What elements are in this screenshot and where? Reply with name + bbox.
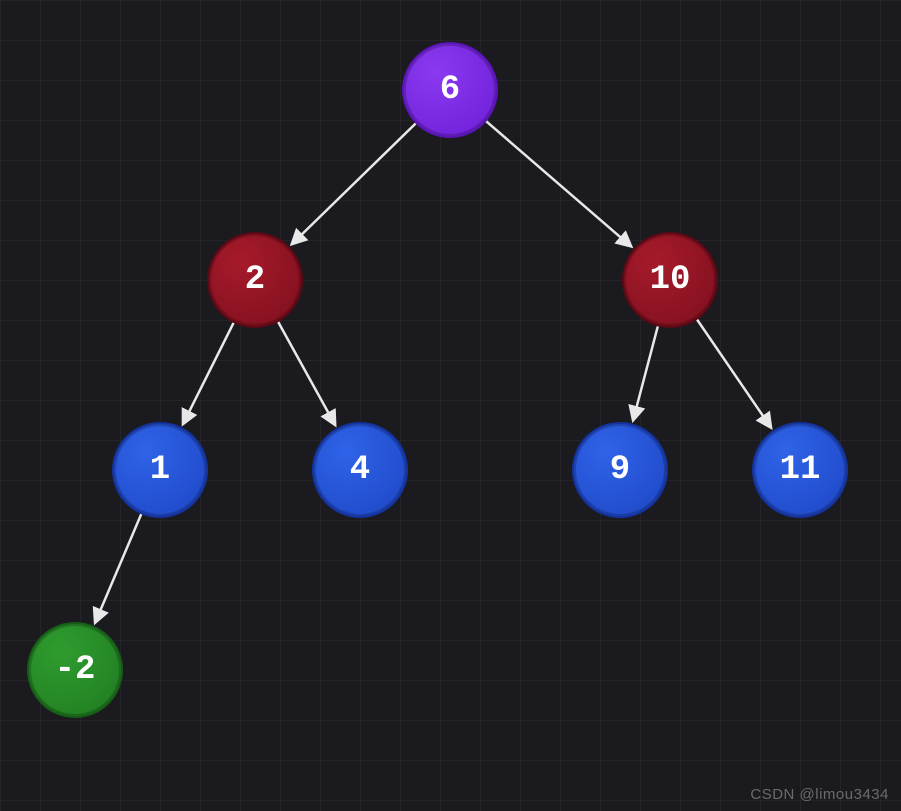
node-label: 6	[440, 71, 460, 109]
node-label: 1	[150, 451, 170, 489]
tree-edge	[292, 123, 415, 243]
tree-node--2: -2	[27, 622, 123, 718]
node-label: 10	[650, 261, 691, 299]
tree-edge	[183, 323, 233, 424]
tree-node-2: 2	[207, 232, 303, 328]
watermark-text: CSDN @limou3434	[750, 786, 889, 803]
node-label: 4	[350, 451, 370, 489]
tree-node-1: 1	[112, 422, 208, 518]
tree-node-9: 9	[572, 422, 668, 518]
tree-node-6: 6	[402, 42, 498, 138]
tree-node-10: 10	[622, 232, 718, 328]
tree-edge	[633, 326, 658, 419]
node-label: 9	[610, 451, 630, 489]
node-label: 11	[780, 451, 821, 489]
tree-edge	[95, 514, 141, 622]
tree-node-4: 4	[312, 422, 408, 518]
tree-edge	[278, 322, 335, 424]
tree-edge	[697, 320, 771, 427]
tree-node-11: 11	[752, 422, 848, 518]
tree-edge	[486, 121, 630, 246]
node-label: 2	[245, 261, 265, 299]
node-label: -2	[55, 651, 96, 689]
